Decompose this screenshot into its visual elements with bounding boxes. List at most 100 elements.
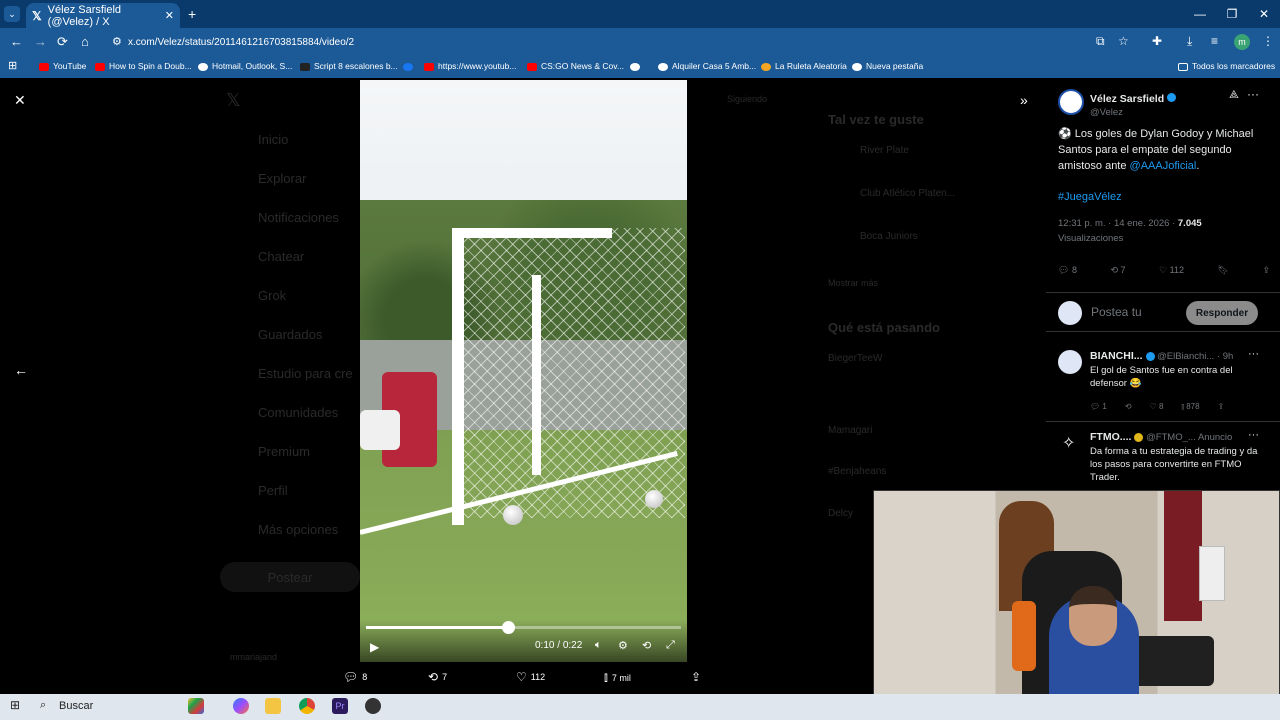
- globe-icon: [658, 62, 668, 71]
- background-trend: Mamagari: [828, 425, 873, 436]
- like-action[interactable]: ♡ 8: [1150, 402, 1164, 412]
- reposts-stat[interactable]: ⟲ 7: [428, 670, 447, 684]
- media-icon[interactable]: ≡: [1211, 34, 1218, 48]
- bookmark-item[interactable]: CS:GO News & Cov...: [527, 61, 624, 71]
- like-action[interactable]: ♡ 112: [1159, 265, 1184, 276]
- mention-link[interactable]: @AAAJoficial: [1130, 160, 1197, 172]
- expand-sidebar-icon[interactable]: »: [1020, 92, 1028, 108]
- restore-icon[interactable]: ❐: [1216, 0, 1248, 28]
- bookmark-item[interactable]: Nueva pestaña: [852, 61, 923, 71]
- bookmark-item[interactable]: https://www.youtub...: [424, 61, 516, 71]
- more-options-icon[interactable]: ···: [1248, 348, 1259, 360]
- views-action[interactable]: ⫾ 878: [1181, 402, 1199, 412]
- bookmark-item[interactable]: How to Spin a Doub...: [95, 61, 192, 71]
- share-icon[interactable]: ⇪: [1218, 402, 1225, 412]
- reload-icon[interactable]: ⟳: [57, 34, 68, 50]
- youtube-icon: [527, 62, 537, 71]
- share-icon[interactable]: ⇪: [1262, 265, 1270, 276]
- hashtag-link[interactable]: #JuegaVélez: [1058, 189, 1270, 205]
- bookmark-item[interactable]: [630, 61, 644, 71]
- copilot-icon[interactable]: [233, 698, 249, 714]
- nav-item: Notificaciones: [258, 210, 339, 225]
- grok-icon[interactable]: ⟁: [1229, 89, 1239, 102]
- url-bar[interactable]: ⚙ x.com/Velez/status/2011461216703815884…: [104, 31, 1144, 53]
- volume-icon[interactable]: 🔈︎: [595, 639, 602, 652]
- back-icon[interactable]: ←: [10, 34, 23, 49]
- home-icon[interactable]: ⌂: [81, 34, 89, 49]
- commenter-avatar[interactable]: [1058, 350, 1082, 374]
- windows-taskbar: ⊞ ⌕ Buscar Pr: [0, 694, 1280, 720]
- fullscreen-icon[interactable]: ⤢: [666, 639, 675, 652]
- post-text: ⚽ Los goles de Dylan Godoy y Michael San…: [1058, 126, 1270, 205]
- profile-avatar[interactable]: m: [1234, 34, 1250, 50]
- nav-item: Estudio para cre: [258, 366, 353, 381]
- views-stat[interactable]: ⫾ 7 mil: [604, 670, 631, 685]
- close-icon[interactable]: ✕: [14, 92, 26, 109]
- video-player[interactable]: [360, 80, 687, 662]
- background-suggest-title: Tal vez te guste: [828, 112, 924, 127]
- folder-icon: [1178, 62, 1188, 71]
- cast-icon[interactable]: ⧉: [1096, 34, 1105, 49]
- reply-input[interactable]: Postea tu: [1091, 305, 1142, 319]
- repost-action[interactable]: ⟲ 7: [1110, 265, 1125, 276]
- reply-button[interactable]: Responder: [1186, 301, 1258, 325]
- star-icon[interactable]: ☆: [1118, 34, 1129, 48]
- all-bookmarks[interactable]: Todos los marcadores: [1178, 61, 1275, 71]
- forward-icon[interactable]: →: [34, 34, 47, 49]
- ad-item[interactable]: ✧ FTMO.... @FTMO_... Anuncio ··· Da form…: [1046, 425, 1280, 495]
- bookmark-item[interactable]: YouTube: [39, 61, 86, 71]
- more-options-icon[interactable]: ···: [1248, 429, 1259, 441]
- bookmark-icon[interactable]: 🔖︎: [1218, 265, 1229, 276]
- settings-icon[interactable]: ⚙: [618, 639, 628, 652]
- taskbar-search[interactable]: Buscar: [59, 700, 93, 712]
- comment-header: BIANCHI... @ElBianchi... · 9h: [1090, 350, 1234, 362]
- bookmark-item[interactable]: La Ruleta Aleatoria: [761, 61, 847, 71]
- menu-icon[interactable]: ⋮: [1262, 34, 1274, 48]
- bookmark-item[interactable]: Script 8 escalones b...: [300, 61, 398, 71]
- share-icon[interactable]: ⇪: [691, 670, 705, 684]
- url-text: x.com/Velez/status/2011461216703815884/v…: [128, 36, 355, 48]
- more-options-icon[interactable]: ···: [1247, 87, 1259, 101]
- comment-item[interactable]: BIANCHI... @ElBianchi... · 9h ··· El gol…: [1046, 344, 1280, 422]
- x-logo-icon: 𝕏: [32, 8, 42, 23]
- progress-knob[interactable]: [501, 621, 515, 634]
- globe-icon: [852, 62, 862, 71]
- previous-arrow-icon[interactable]: ←: [14, 362, 28, 378]
- post-actions: 💬︎ 8 ⟲ 7 ♡ 112 🔖︎ ⇪: [1058, 265, 1270, 276]
- tab-search-icon[interactable]: ⌄: [4, 6, 20, 22]
- game-app-icon[interactable]: [188, 698, 204, 714]
- nav-item: Premium: [258, 444, 311, 459]
- replies-stat[interactable]: 💬︎ 8: [343, 670, 367, 684]
- obs-icon[interactable]: [365, 698, 381, 714]
- ad-header: FTMO.... @FTMO_... Anuncio: [1090, 431, 1233, 443]
- play-icon[interactable]: ▶: [370, 640, 379, 654]
- apps-grid-icon[interactable]: ⊞: [8, 59, 17, 72]
- bookmark-item[interactable]: [403, 61, 417, 71]
- reply-icon: 💬︎: [343, 670, 359, 684]
- likes-stat[interactable]: ♡ 112: [516, 670, 545, 684]
- file-explorer-icon[interactable]: [265, 698, 281, 714]
- minimize-icon[interactable]: —: [1184, 0, 1216, 28]
- repost-action[interactable]: ⟲: [1125, 402, 1132, 412]
- site-info-icon[interactable]: ⚙: [112, 35, 122, 48]
- author-block[interactable]: Vélez Sarsfield @Velez: [1090, 89, 1177, 118]
- close-window-icon[interactable]: ✕: [1248, 0, 1280, 28]
- bookmark-item[interactable]: Alquiler Casa 5 Amb...: [658, 61, 756, 71]
- new-tab-icon[interactable]: +: [188, 6, 196, 22]
- extensions-icon[interactable]: ✚: [1152, 34, 1162, 48]
- chrome-icon[interactable]: [299, 698, 315, 714]
- premiere-icon[interactable]: Pr: [332, 698, 348, 714]
- author-avatar[interactable]: [1058, 89, 1084, 115]
- search-icon[interactable]: ⌕: [40, 699, 46, 712]
- reply-action[interactable]: 💬︎ 1: [1090, 402, 1107, 412]
- reply-action[interactable]: 💬︎ 8: [1058, 265, 1077, 276]
- download-icon[interactable]: ⤓: [1187, 34, 1192, 49]
- video-progress-bar[interactable]: [366, 621, 681, 634]
- post-timestamp[interactable]: 12:31 p. m. · 14 ene. 2026 ·: [1058, 218, 1178, 229]
- close-tab-icon[interactable]: ✕: [165, 9, 174, 22]
- browser-tab[interactable]: 𝕏 Vélez Sarsfield (@Velez) / X ✕: [26, 3, 180, 28]
- loop-icon[interactable]: ⟲: [642, 639, 651, 652]
- bookmark-item[interactable]: Hotmail, Outlook, S...: [198, 61, 292, 71]
- windows-start-icon[interactable]: ⊞: [10, 698, 20, 712]
- background-user-label: mmariajand: [230, 652, 278, 662]
